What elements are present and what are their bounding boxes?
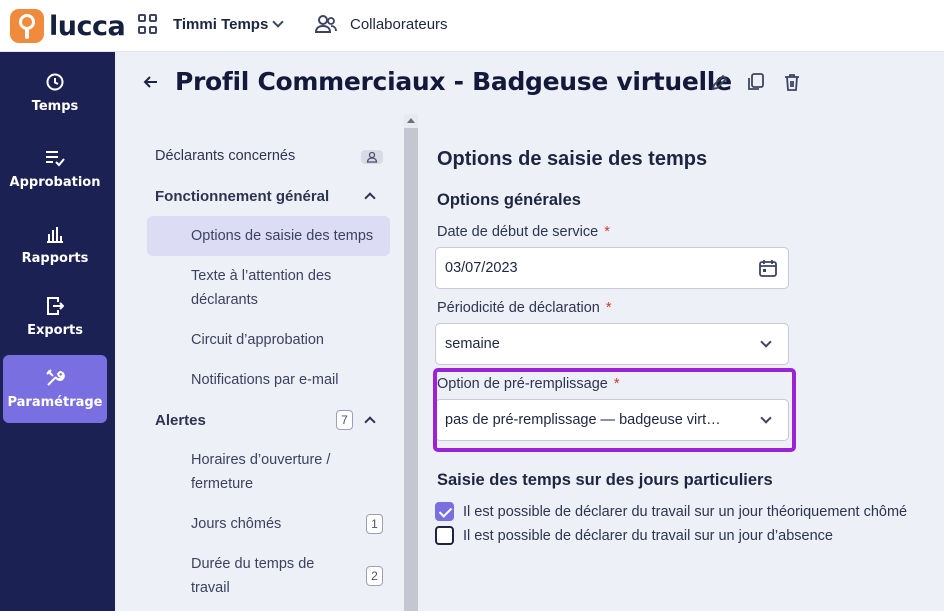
count-badge: 2 [366,566,383,586]
checkbox-label: Il est possible de déclarer du travail s… [463,527,833,544]
nav-label: Approbation [9,175,101,190]
nav-item-exports[interactable]: Exports [3,283,107,351]
chevron-down-icon [760,336,772,348]
general-options-title: Options générales [437,191,581,209]
scrollbar-thumb[interactable] [404,128,418,611]
checkbox-label: Il est possible de déclarer du travail s… [463,503,908,520]
trash-icon[interactable] [782,72,802,92]
clock-icon [46,73,64,91]
nav-item-temps[interactable]: Temps [3,59,107,127]
nav-label: Rapports [21,251,89,266]
nav-item-approbation[interactable]: Approbation [3,135,107,203]
back-arrow-icon[interactable] [141,72,161,92]
count-badge: 1 [366,514,383,534]
checkbox-row-chome[interactable]: Il est possible de déclarer du travail s… [435,502,907,521]
submenu-item-circuit-approbation[interactable]: Circuit d’approbation [191,328,324,352]
nav-label: Paramétrage [7,395,103,410]
start-date-input[interactable]: 03/07/2023 [435,247,789,289]
periodicity-value: semaine [445,336,500,352]
people-icon [361,150,383,164]
brand-name: lucca [49,10,126,42]
nav-label: Exports [27,323,83,338]
special-days-title: Saisie des temps sur des jours particuli… [437,471,773,489]
start-date-label: Date de début de service * [437,224,610,240]
prefill-select[interactable]: pas de pré-remplissage — badgeuse virt… [435,399,789,441]
bar-chart-icon [47,227,63,243]
prefill-value: pas de pré-remplissage — badgeuse virt… [445,412,721,428]
page-header: Profil Commerciaux - Badgeuse virtuelle [115,52,944,114]
periodicity-label: Périodicité de déclaration * [437,300,612,316]
submenu-item-texte-attention[interactable]: Texte à l’attention des déclarants [191,264,331,312]
duplicate-icon[interactable] [746,72,766,92]
export-icon [47,297,64,315]
submenu-item-jours-chomes[interactable]: Jours chômés [191,512,281,536]
users-icon [315,15,337,33]
calendar-icon[interactable] [758,258,778,278]
collaborators-label: Collaborateurs [350,15,448,33]
chevron-down-icon [760,412,772,424]
app-switcher[interactable]: Timmi Temps [138,14,284,34]
nav-item-rapports[interactable]: Rapports [3,211,107,279]
submenu-section-general[interactable]: Fonctionnement général [155,188,329,205]
checkbox-row-absence[interactable]: Il est possible de déclarer du travail s… [435,526,833,545]
top-bar: lucca Timmi Temps Collaborateurs [0,0,944,52]
submenu-item-notifications[interactable]: Notifications par e-mail [191,368,338,392]
nav-label: Temps [31,99,79,114]
main-content: Options de saisie des temps Options géné… [418,114,944,611]
chevron-up-icon[interactable] [364,192,376,204]
tools-icon [46,369,65,386]
submenu-item-options-saisie[interactable]: Options de saisie des temps [191,224,373,248]
submenu-scrollbar[interactable] [404,114,418,611]
required-asterisk: * [605,300,612,316]
required-asterisk: * [604,224,610,240]
periodicity-select[interactable]: semaine [435,323,789,365]
scroll-up-arrow-icon[interactable] [407,118,415,123]
chevron-down-icon [272,16,284,28]
list-check-icon [46,151,65,167]
edit-pencil-icon[interactable] [710,72,730,92]
lucca-logo-icon [10,9,44,43]
prefill-label: Option de pré-remplissage * [437,376,620,392]
settings-submenu: Déclarants concernés Fonctionnement géné… [115,114,404,611]
chevron-up-icon[interactable] [364,416,376,428]
app-name: Timmi Temps [173,15,269,33]
apps-grid-icon [138,14,158,34]
checkbox-unchecked[interactable] [435,526,454,545]
collaborators-link[interactable]: Collaborateurs [315,14,448,34]
page-title: Profil Commerciaux - Badgeuse virtuelle [175,67,732,96]
alerts-count-badge: 7 [336,410,353,430]
submenu-section-alertes[interactable]: Alertes [155,412,206,429]
main-navigation: Temps Approbation Rapports Exports Param… [0,52,115,611]
submenu-item-declarants[interactable]: Déclarants concernés [155,148,295,164]
required-asterisk: * [613,376,620,392]
lucca-logo[interactable]: lucca [10,9,126,43]
section-title: Options de saisie des temps [437,148,708,170]
nav-item-parametrage[interactable]: Paramétrage [3,355,107,423]
submenu-item-duree-travail[interactable]: Durée du temps de travail [191,552,314,600]
start-date-value: 03/07/2023 [445,260,518,276]
checkbox-checked[interactable] [435,502,454,521]
submenu-item-horaires[interactable]: Horaires d’ouverture / fermeture [191,448,330,496]
